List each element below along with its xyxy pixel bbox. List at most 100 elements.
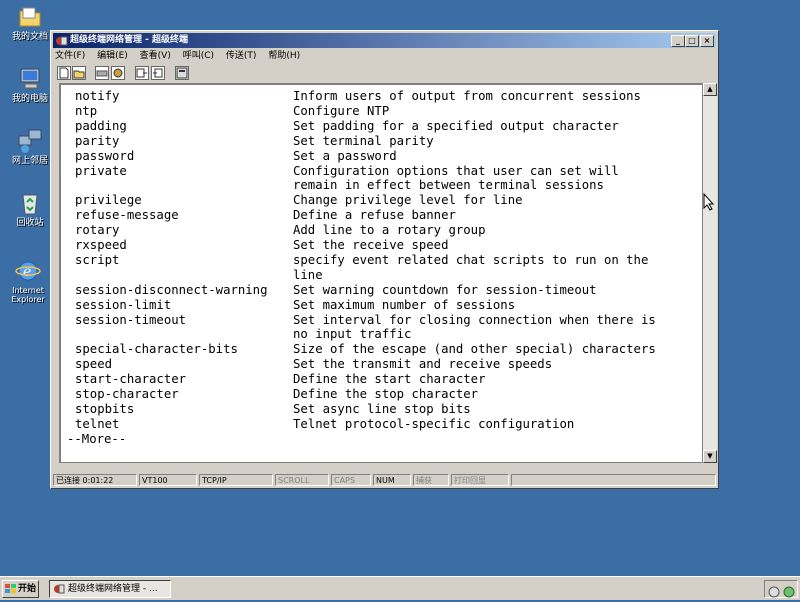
status-bar: 已连接 0:01:22 VT100 TCP/IP SCROLL CAPS NUM… [53,474,716,487]
menu-transfer[interactable]: 传送(T) [226,51,257,61]
minimize-button[interactable]: _ [671,35,685,47]
command-name: session-limit [75,297,172,312]
command-description: Set async line stop bits [293,401,471,416]
desktop-icon-label: 我的文档 [11,32,48,42]
command-description: Set maximum number of sessions [293,297,516,312]
network-places-icon [17,128,43,154]
my-computer-icon [17,66,43,92]
command-description: Set a password [293,148,397,163]
properties-icon[interactable] [175,66,189,80]
status-capture: 捕获 [413,474,449,486]
desktop-icon-label: Internet Explorer [11,286,45,304]
command-description: Set terminal parity [293,133,434,148]
windows-logo-icon [5,584,16,600]
desktop-icon-my-computer[interactable]: 我的电脑 [6,66,54,104]
command-name: private [75,163,127,178]
command-name: session-timeout [75,312,187,327]
desktop-icon-my-documents[interactable]: 我的文档 [6,4,54,42]
hyperterminal-window: 超级终端网络管理 - 超级终端 _ □ × 文件(F) 编辑(E) 查看(V) … [50,30,719,489]
toolbar [55,65,715,82]
command-description: line [293,267,323,282]
command-description: Size of the escape (and other special) c… [293,342,656,357]
command-description: Telnet protocol-specific configuration [293,416,575,431]
maximize-button[interactable]: □ [685,35,699,47]
command-description: Add line to a rotary group [293,223,486,238]
start-button[interactable]: 开始 [2,580,39,598]
mouse-cursor-icon [703,192,715,215]
status-protocol: TCP/IP [199,474,273,486]
command-description: Set the receive speed [293,238,449,252]
command-description: no input traffic [293,327,412,342]
command-name: ntp [75,103,98,118]
status-scroll: SCROLL [275,474,329,486]
command-name: session-disconnect-warning [75,282,268,297]
command-name: speed [75,357,113,372]
desktop-icon-internet-explorer[interactable]: e Internet Explorer [4,258,52,304]
tray-icon-1[interactable] [768,583,780,602]
send-icon[interactable] [135,66,149,80]
command-name: rxspeed [75,238,127,252]
taskbar-item-hyperterminal[interactable]: 超级终端网络管理 - ... [49,580,171,598]
status-caps: CAPS [331,474,371,486]
status-emulation: VT100 [139,474,197,486]
recycle-bin-icon [17,190,43,216]
command-name: rotary [75,223,120,238]
title-bar[interactable]: 超级终端网络管理 - 超级终端 _ □ × [53,33,716,48]
menu-bar: 文件(F) 编辑(E) 查看(V) 呼叫(C) 传送(T) 帮助(H) [55,49,309,64]
command-description: Inform users of output from concurrent s… [293,89,641,103]
command-name: password [75,148,135,163]
command-description: Set interval for closing connection when… [293,312,656,327]
start-label: 开始 [18,584,37,594]
desktop-icon-label: 网上邻居 [11,156,48,166]
scroll-up-icon[interactable]: ▲ [703,83,717,96]
scroll-down-icon[interactable]: ▼ [703,450,717,463]
status-num: NUM [373,474,411,486]
command-name: special-character-bits [75,342,238,357]
window-title: 超级终端网络管理 - 超级终端 [70,35,189,45]
command-name: telnet [75,416,120,431]
command-description: Define the start character [293,372,486,387]
new-icon[interactable] [57,66,71,80]
hyperterminal-icon [53,583,65,597]
tray-icon-2[interactable] [783,583,795,602]
command-description: specify event related chat scripts to ru… [293,252,649,267]
menu-file[interactable]: 文件(F) [55,51,85,61]
hyperterminal-icon [55,34,68,47]
command-name: stopbits [75,401,135,416]
command-name: stop-character [75,387,179,401]
command-name: privilege [75,193,142,208]
desktop-icon-label: 我的电脑 [11,94,48,104]
taskbar: 开始 超级终端网络管理 - ... [0,576,800,600]
command-name: start-character [75,372,187,387]
close-button[interactable]: × [700,35,714,47]
command-name: notify [75,89,120,103]
menu-call[interactable]: 呼叫(C) [183,51,214,61]
command-description: Define the stop character [293,387,479,401]
command-description: Configuration options that user can set … [293,163,619,178]
command-name: parity [75,133,120,148]
desktop-icon-network-places[interactable]: 网上邻居 [6,128,54,166]
menu-view[interactable]: 查看(V) [140,51,171,61]
desktop-icon-recycle-bin[interactable]: 回收站 [6,190,54,228]
command-description: Set warning countdown for session-timeou… [293,282,597,297]
system-tray [764,580,798,598]
command-description: Define a refuse banner [293,208,456,223]
call-icon[interactable] [111,66,125,80]
command-description: remain in effect between terminal sessio… [293,178,604,193]
command-description: Change privilege level for line [293,193,523,208]
terminal-screen[interactable]: notify Inform users of output from concur… [59,83,703,463]
status-connected: 已连接 0:01:22 [53,474,137,486]
command-name: refuse-message [75,208,179,223]
command-name: script [75,252,120,267]
vertical-scrollbar[interactable]: ▲ ▼ [703,83,717,463]
more-prompt: --More-- [67,431,127,446]
status-print-echo: 打印回显 [451,474,509,486]
menu-help[interactable]: 帮助(H) [268,51,300,61]
receive-icon[interactable] [151,66,165,80]
command-name: padding [75,118,127,133]
open-icon[interactable] [72,66,86,80]
desktop-icon-label: 回收站 [16,218,44,228]
command-description: Set the transmit and receive speeds [293,357,553,372]
disconnect-icon[interactable] [95,66,109,80]
menu-edit[interactable]: 编辑(E) [97,51,128,61]
